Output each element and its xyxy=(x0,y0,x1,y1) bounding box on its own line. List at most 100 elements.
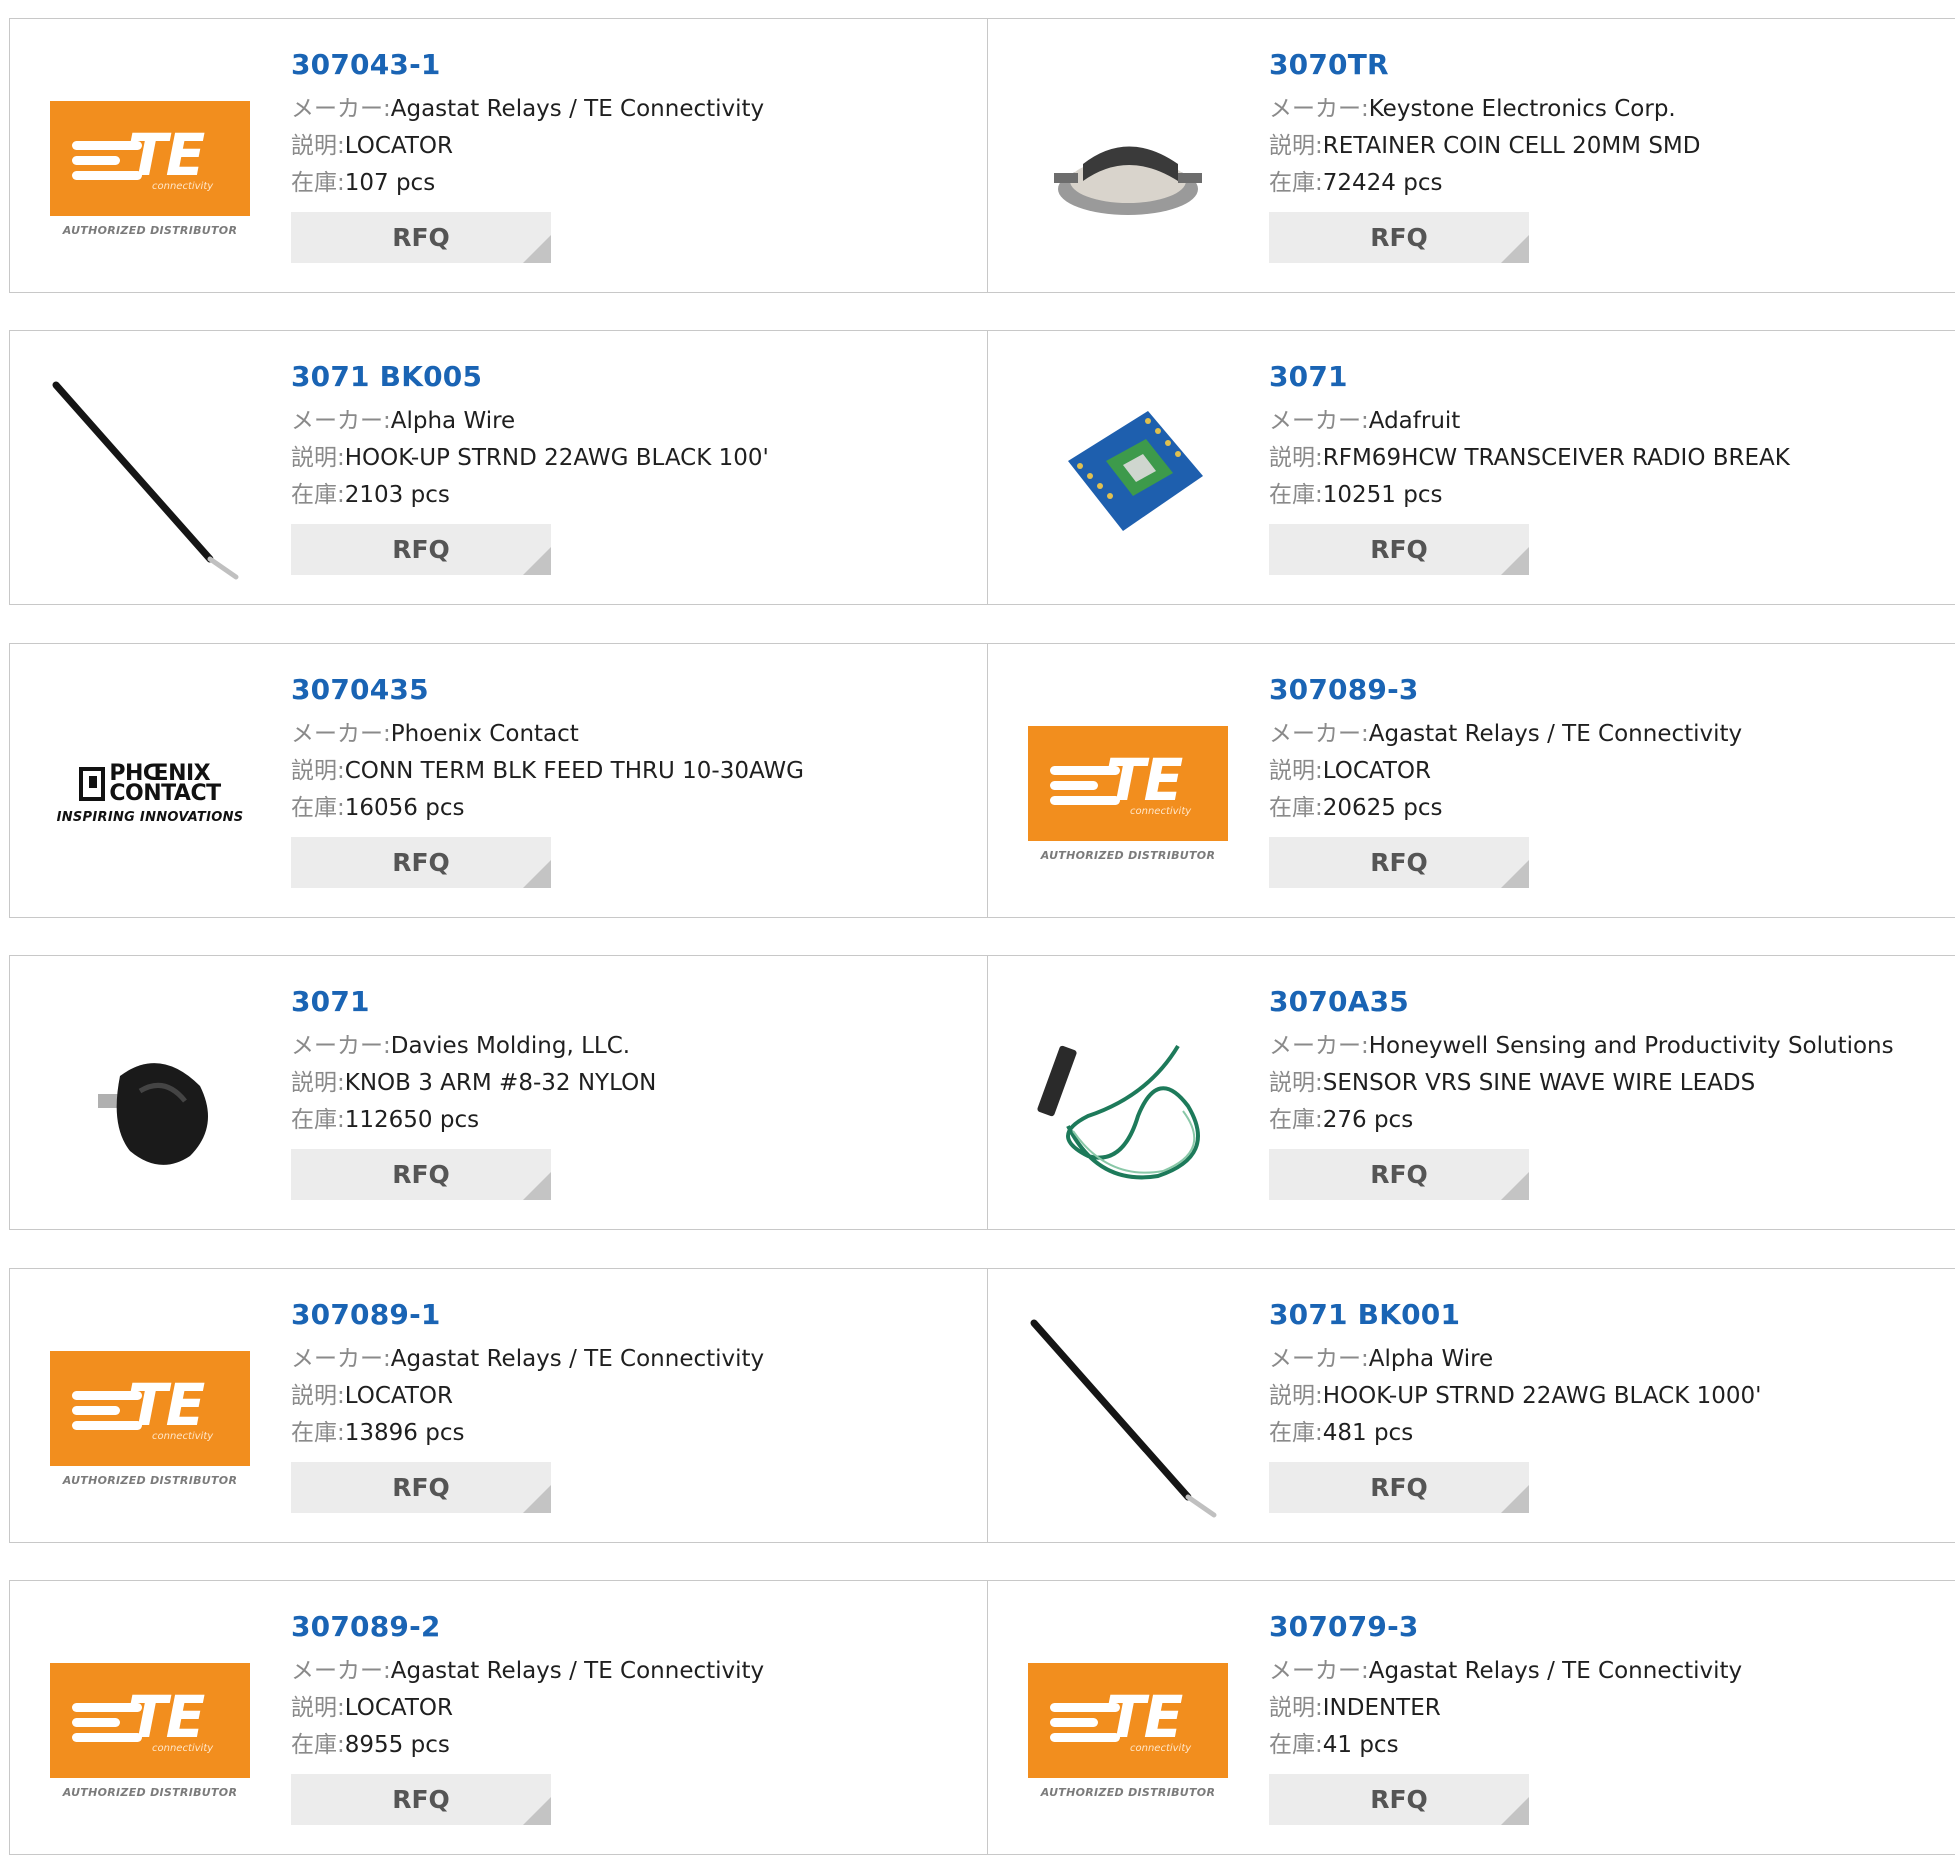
product-image[interactable]: TE connectivity AUTHORIZED DISTRIBUTOR xyxy=(50,1631,250,1831)
te-logo-box: TE connectivity xyxy=(1028,1663,1228,1778)
rfq-button[interactable]: RFQ xyxy=(1269,1149,1529,1200)
te-logo-subtitle: connectivity xyxy=(1130,806,1192,817)
product-image[interactable] xyxy=(1028,381,1228,581)
te-connectivity-logo: TE connectivity AUTHORIZED DISTRIBUTOR xyxy=(50,1351,250,1487)
product-image[interactable]: TE connectivity AUTHORIZED DISTRIBUTOR xyxy=(50,1319,250,1519)
part-number-link[interactable]: 3071 xyxy=(291,984,656,1020)
part-number-link[interactable]: 3071 xyxy=(1269,359,1790,395)
stock-value: 2103 pcs xyxy=(344,482,450,508)
part-number-link[interactable]: 307089-2 xyxy=(291,1609,764,1645)
product-card: 3070TR メーカー:Keystone Electronics Corp. 説明:… xyxy=(987,18,1955,293)
maker-label: メーカー: xyxy=(291,408,391,434)
rfq-button[interactable]: RFQ xyxy=(291,1462,551,1513)
part-number-link[interactable]: 307043-1 xyxy=(291,47,764,83)
maker-line: メーカー:Keystone Electronics Corp. xyxy=(1269,91,1701,128)
rfq-button[interactable]: RFQ xyxy=(291,1149,551,1200)
product-card: 3071 BK001 メーカー:Alpha Wire 説明:HOOK-UP STRN… xyxy=(987,1268,1955,1543)
rfq-corner-icon xyxy=(1501,547,1529,575)
stock-line: 在庫:41 pcs xyxy=(1269,1727,1742,1764)
authorized-distributor-text: AUTHORIZED DISTRIBUTOR xyxy=(62,224,238,237)
product-row: PHŒNIX CONTACT INSPIRING INNOVATIONS 307… xyxy=(0,643,1955,920)
product-info: 3071 メーカー:Davies Molding, LLC. 説明:KNOB 3 A… xyxy=(291,984,656,1200)
stock-value: 481 pcs xyxy=(1322,1420,1414,1446)
part-number-link[interactable]: 3070TR xyxy=(1269,47,1701,83)
product-image[interactable]: TE connectivity AUTHORIZED DISTRIBUTOR xyxy=(1028,694,1228,894)
te-logo-subtitle: connectivity xyxy=(152,181,214,192)
product-row: TE connectivity AUTHORIZED DISTRIBUTOR 3… xyxy=(0,1580,1955,1857)
product-image[interactable] xyxy=(1028,69,1228,269)
description-line: 説明:HOOK-UP STRND 22AWG BLACK 1000' xyxy=(1269,1378,1761,1415)
product-image[interactable] xyxy=(1028,1006,1228,1206)
description-label: 説明: xyxy=(1269,1383,1323,1409)
te-connectivity-logo: TE connectivity AUTHORIZED DISTRIBUTOR xyxy=(1028,1663,1228,1799)
rfq-button[interactable]: RFQ xyxy=(1269,212,1529,263)
description-label: 説明: xyxy=(291,1383,345,1409)
description-label: 説明: xyxy=(291,445,345,471)
rfq-button[interactable]: RFQ xyxy=(291,524,551,575)
stock-value: 20625 pcs xyxy=(1322,795,1443,821)
part-number-link[interactable]: 3071 BK001 xyxy=(1269,1297,1761,1333)
stock-value: 13896 pcs xyxy=(344,1420,465,1446)
rfq-button[interactable]: RFQ xyxy=(1269,524,1529,575)
product-row: 3071 メーカー:Davies Molding, LLC. 説明:KNOB 3 A… xyxy=(0,955,1955,1232)
part-number-link[interactable]: 307089-3 xyxy=(1269,672,1742,708)
product-info: 307089-3 メーカー:Agastat Relays / TE Connect… xyxy=(1269,672,1742,888)
stock-line: 在庫:2103 pcs xyxy=(291,477,769,514)
description-value: CONN TERM BLK FEED THRU 10-30AWG xyxy=(344,758,804,784)
product-image[interactable]: TE connectivity AUTHORIZED DISTRIBUTOR xyxy=(50,69,250,269)
product-card: TE connectivity AUTHORIZED DISTRIBUTOR 3… xyxy=(9,18,989,293)
rfq-button[interactable]: RFQ xyxy=(291,212,551,263)
stock-label: 在庫: xyxy=(1269,1107,1323,1133)
maker-line: メーカー:Alpha Wire xyxy=(1269,1341,1761,1378)
part-number-link[interactable]: 307089-1 xyxy=(291,1297,764,1333)
product-info: 3071 メーカー:Adafruit 説明:RFM69HCW TRANSCEIVER… xyxy=(1269,359,1790,575)
product-image[interactable] xyxy=(1028,1319,1228,1519)
te-logo-box: TE connectivity xyxy=(50,1351,250,1466)
phoenix-contact-logo: PHŒNIX CONTACT INSPIRING INNOVATIONS xyxy=(50,762,250,825)
description-value: LOCATOR xyxy=(344,133,453,159)
description-value: HOOK-UP STRND 22AWG BLACK 1000' xyxy=(1322,1383,1762,1409)
description-line: 説明:KNOB 3 ARM #8-32 NYLON xyxy=(291,1065,656,1102)
rfq-button[interactable]: RFQ xyxy=(291,1774,551,1825)
product-image[interactable]: TE connectivity AUTHORIZED DISTRIBUTOR xyxy=(1028,1631,1228,1831)
radio-board-photo xyxy=(1068,411,1203,531)
black-wire-photo xyxy=(1030,1319,1217,1518)
maker-value: Agastat Relays / TE Connectivity xyxy=(1368,1658,1743,1684)
part-number-link[interactable]: 3070A35 xyxy=(1269,984,1894,1020)
product-card: 3071 メーカー:Davies Molding, LLC. 説明:KNOB 3 A… xyxy=(9,955,989,1230)
rfq-corner-icon xyxy=(1501,1485,1529,1513)
sensor-leads-photo xyxy=(1037,1044,1200,1180)
part-number-link[interactable]: 3071 BK005 xyxy=(291,359,769,395)
rfq-label: RFQ xyxy=(392,1473,450,1502)
description-label: 説明: xyxy=(1269,133,1323,159)
maker-label: メーカー: xyxy=(1269,408,1369,434)
description-line: 説明:LOCATOR xyxy=(1269,753,1742,790)
product-image[interactable] xyxy=(50,381,250,581)
product-image[interactable]: PHŒNIX CONTACT INSPIRING INNOVATIONS xyxy=(50,694,250,894)
stock-line: 在庫:8955 pcs xyxy=(291,1727,764,1764)
stock-value: 72424 pcs xyxy=(1322,170,1443,196)
part-number-link[interactable]: 307079-3 xyxy=(1269,1609,1742,1645)
maker-line: メーカー:Davies Molding, LLC. xyxy=(291,1028,656,1065)
part-number-link[interactable]: 3070435 xyxy=(291,672,804,708)
rfq-button[interactable]: RFQ xyxy=(1269,1462,1529,1513)
stock-label: 在庫: xyxy=(291,1732,345,1758)
maker-line: メーカー:Agastat Relays / TE Connectivity xyxy=(1269,1653,1742,1690)
product-image[interactable] xyxy=(50,1006,250,1206)
product-card: TE connectivity AUTHORIZED DISTRIBUTOR 3… xyxy=(9,1268,989,1543)
te-logo-letters: TE xyxy=(1106,746,1183,814)
rfq-button[interactable]: RFQ xyxy=(291,837,551,888)
rfq-label: RFQ xyxy=(392,223,450,252)
rfq-button[interactable]: RFQ xyxy=(1269,1774,1529,1825)
rfq-label: RFQ xyxy=(392,1160,450,1189)
te-logo-subtitle: connectivity xyxy=(1130,1743,1192,1754)
te-connectivity-logo: TE connectivity AUTHORIZED DISTRIBUTOR xyxy=(1028,726,1228,862)
te-logo-letters: TE xyxy=(128,1371,205,1439)
knob-photo xyxy=(98,1063,208,1165)
product-card: TE connectivity AUTHORIZED DISTRIBUTOR 3… xyxy=(987,1580,1955,1855)
rfq-button[interactable]: RFQ xyxy=(1269,837,1529,888)
maker-value: Alpha Wire xyxy=(390,408,516,434)
rfq-label: RFQ xyxy=(392,1785,450,1814)
stock-value: 41 pcs xyxy=(1322,1732,1399,1758)
stock-line: 在庫:276 pcs xyxy=(1269,1102,1894,1139)
